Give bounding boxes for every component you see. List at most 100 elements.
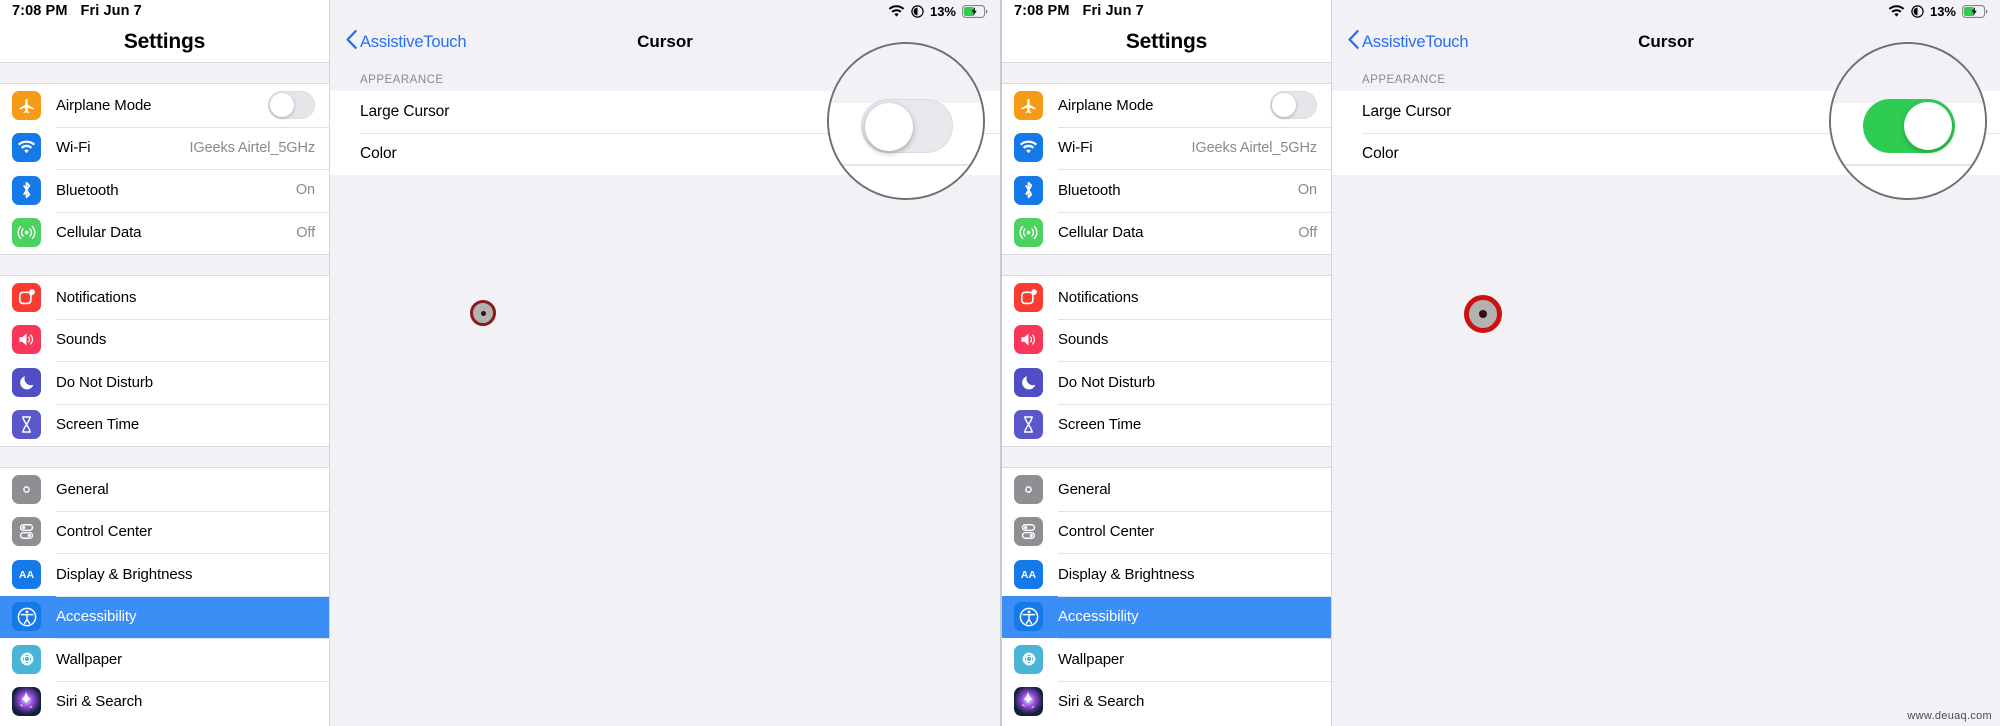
gear-icon <box>12 474 41 504</box>
wifi-icon <box>888 4 905 18</box>
ipad-screenshot-left: 7:08 PM Fri Jun 7 Settings Airplane Mode… <box>0 0 1000 726</box>
sidebar-item-label: Do Not Disturb <box>56 373 153 391</box>
sidebar-item-do-not-disturb[interactable]: Do Not Disturb <box>1002 361 1331 404</box>
sidebar-item-cellular-data[interactable]: Cellular Data Off <box>0 211 329 254</box>
sidebar-item-wi-fi[interactable]: Wi-Fi IGeeks Airtel_5GHz <box>1002 126 1331 169</box>
comparison-screenshot-pair: 7:08 PM Fri Jun 7 Settings Airplane Mode… <box>0 0 2000 726</box>
airplane-mode-switch[interactable] <box>1270 91 1317 120</box>
sidebar-item-label: Cellular Data <box>1058 224 1144 242</box>
sidebar-item-label: General <box>1058 480 1111 498</box>
detail-status-bar-left: 13% <box>330 0 1000 22</box>
cursor-detail-pane-left: 13% AssistiveTouch Cursor APPEARANCE Lar… <box>330 0 1000 726</box>
sidebar-item-label: Screen Time <box>56 416 140 434</box>
sidebar-item-label: Control Center <box>56 523 153 541</box>
sidebar-group-separator <box>0 446 329 468</box>
sidebar-item-screen-time[interactable]: Screen Time <box>1002 403 1331 446</box>
battery-percent: 13% <box>1929 3 1956 19</box>
sidebar-item-siri-search[interactable]: Siri & Search <box>0 680 329 723</box>
moon-icon <box>1014 367 1043 397</box>
sidebar-item-bluetooth[interactable]: Bluetooth On <box>1002 169 1331 212</box>
siri-icon <box>12 687 41 717</box>
do-not-disturb-icon <box>1911 4 1924 18</box>
sidebar-item-value: Off <box>296 224 315 241</box>
wifi-icon <box>1014 133 1043 163</box>
moon-icon <box>12 367 41 397</box>
large-cursor-switch-magnified[interactable] <box>861 99 953 153</box>
sidebar-item-sounds[interactable]: Sounds <box>0 318 329 361</box>
large-cursor-label: Large Cursor <box>360 103 450 120</box>
sidebar-item-notifications[interactable]: Notifications <box>1002 276 1331 319</box>
sidebar-item-label: Accessibility <box>56 608 137 626</box>
sidebar-item-display-brightness[interactable]: AA Display & Brightness <box>1002 553 1331 596</box>
wallpaper-icon <box>1014 644 1043 674</box>
large-cursor-label: Large Cursor <box>1362 103 1452 120</box>
sidebar-item-value: IGeeks Airtel_5GHz <box>189 139 315 156</box>
sidebar-item-sounds[interactable]: Sounds <box>1002 318 1331 361</box>
sidebar-item-label: Do Not Disturb <box>1058 373 1155 391</box>
sidebar-item-airplane-mode[interactable]: Airplane Mode <box>1002 84 1331 127</box>
sidebar-item-label: Siri & Search <box>56 693 143 711</box>
sidebar-item-value: On <box>295 182 315 199</box>
svg-text:AA: AA <box>19 569 35 581</box>
sidebar-item-label: Bluetooth <box>1058 181 1121 199</box>
cursor-detail-pane-right: 13% AssistiveTouch Cursor APPEARANCE Lar… <box>1332 0 2000 726</box>
siri-icon <box>1014 687 1043 717</box>
sidebar-item-label: Accessibility <box>1058 608 1139 626</box>
sidebar-item-general[interactable]: General <box>1002 468 1331 511</box>
detail-status-bar-right: 13% <box>1332 0 2000 22</box>
settings-sidebar-right: 7:08 PM Fri Jun 7 Settings Airplane Mode… <box>1002 0 1332 726</box>
sidebar-item-label: Notifications <box>1058 288 1139 306</box>
sidebar-item-screen-time[interactable]: Screen Time <box>0 403 329 446</box>
sidebar-item-do-not-disturb[interactable]: Do Not Disturb <box>0 361 329 404</box>
sidebar-item-cellular-data[interactable]: Cellular Data Off <box>1002 211 1331 254</box>
sidebar-group-2: General Control Center AA Display & Brightn… <box>1002 468 1331 723</box>
sidebar-item-display-brightness[interactable]: AA Display & Brightness <box>0 553 329 596</box>
sidebar-group-0: Airplane Mode Wi-Fi IGeeks Airtel_5GHz Blue… <box>0 84 329 254</box>
sidebar-item-accessibility[interactable]: Accessibility <box>0 595 329 638</box>
control-center-icon <box>1014 517 1043 547</box>
sidebar-item-wallpaper[interactable]: Wallpaper <box>0 638 329 681</box>
color-label: Color <box>360 145 397 162</box>
sidebar-item-accessibility[interactable]: Accessibility <box>1002 595 1331 638</box>
display-brightness-icon: AA <box>12 559 41 589</box>
bluetooth-icon <box>12 175 41 205</box>
sidebar-item-bluetooth[interactable]: Bluetooth On <box>0 169 329 212</box>
assistivetouch-cursor-small[interactable] <box>470 300 496 326</box>
display-brightness-icon: AA <box>1014 559 1043 589</box>
sidebar-item-label: Wallpaper <box>1058 650 1125 668</box>
back-to-assistivetouch-button[interactable]: AssistiveTouch <box>346 30 467 54</box>
sidebar-item-label: Airplane Mode <box>1058 96 1154 114</box>
airplane-mode-switch[interactable] <box>268 91 315 120</box>
sidebar-item-value: IGeeks Airtel_5GHz <box>1191 139 1317 156</box>
settings-title-right: Settings <box>1125 30 1208 53</box>
sidebar-item-label: Airplane Mode <box>56 96 152 114</box>
sidebar-item-label: Screen Time <box>1058 416 1142 434</box>
wallpaper-icon <box>12 644 41 674</box>
sidebar-item-label: Siri & Search <box>1058 693 1145 711</box>
bluetooth-icon <box>1014 175 1043 205</box>
back-to-assistivetouch-button[interactable]: AssistiveTouch <box>1348 30 1469 54</box>
accessibility-icon <box>12 602 41 632</box>
ipad-screenshot-right: 7:08 PM Fri Jun 7 Settings Airplane Mode… <box>1000 0 2000 726</box>
accessibility-icon <box>1014 602 1043 632</box>
sidebar-item-control-center[interactable]: Control Center <box>0 510 329 553</box>
sidebar-item-label: Sounds <box>56 331 107 349</box>
assistivetouch-cursor-large[interactable] <box>1464 295 1502 333</box>
sidebar-item-label: Control Center <box>1058 523 1155 541</box>
sidebar-item-general[interactable]: General <box>0 468 329 511</box>
sidebar-item-control-center[interactable]: Control Center <box>1002 510 1331 553</box>
sidebar-item-label: Wi-Fi <box>56 139 91 157</box>
sidebar-item-airplane-mode[interactable]: Airplane Mode <box>0 84 329 127</box>
large-cursor-switch-magnified[interactable] <box>1863 99 1955 153</box>
sidebar-item-siri-search[interactable]: Siri & Search <box>1002 680 1331 723</box>
status-date: Fri Jun 7 <box>1082 3 1144 19</box>
sounds-icon <box>1014 325 1043 355</box>
sidebar-item-wi-fi[interactable]: Wi-Fi IGeeks Airtel_5GHz <box>0 126 329 169</box>
sidebar-item-label: Display & Brightness <box>1058 565 1195 583</box>
sidebar-item-value: On <box>1297 182 1317 199</box>
wifi-icon <box>1888 4 1905 18</box>
battery-charging-icon <box>1962 4 1988 18</box>
sidebar-item-wallpaper[interactable]: Wallpaper <box>1002 638 1331 681</box>
sidebar-item-notifications[interactable]: Notifications <box>0 276 329 319</box>
magnifier-loupe-right <box>1829 42 1987 200</box>
